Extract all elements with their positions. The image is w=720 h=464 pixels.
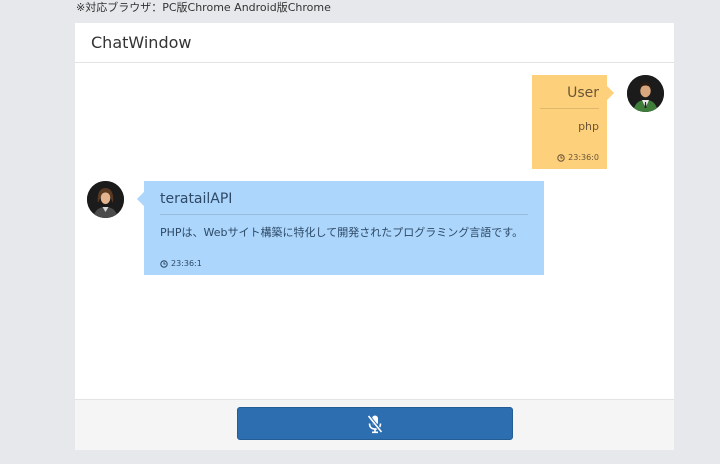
api-message-bubble: teratailAPI PHPは、Webサイト構築に特化して開発されたプログラミ… <box>144 181 544 275</box>
mic-off-icon <box>367 414 383 433</box>
clock-icon <box>557 154 565 162</box>
user-message-bubble: User php 23:36:0 <box>532 75 607 169</box>
user-avatar-image <box>627 75 664 112</box>
message-timestamp: 23:36:1 <box>160 258 528 270</box>
chat-window-title: ChatWindow <box>91 33 192 52</box>
message-time-text: 23:36:0 <box>568 153 599 162</box>
message-timestamp: 23:36:0 <box>540 152 599 164</box>
mic-toggle-button[interactable] <box>237 407 513 440</box>
api-avatar <box>87 181 124 218</box>
message-sender-name: User <box>540 83 599 109</box>
message-sender-name: teratailAPI <box>160 189 528 215</box>
message-time-text: 23:36:1 <box>171 259 202 268</box>
message-text: php <box>578 120 599 133</box>
chat-window-header: ChatWindow <box>75 23 674 63</box>
chat-footer <box>75 399 674 450</box>
chat-message-area[interactable]: User php 23:36:0 teratailAPI PHPは、Webサイト… <box>75 63 674 399</box>
user-avatar <box>627 75 664 112</box>
message-text: PHPは、Webサイト構築に特化して開発されたプログラミング言語です。 <box>160 226 524 239</box>
chat-window-panel: ChatWindow User php 23:36:0 teratailAPI … <box>75 23 674 450</box>
api-avatar-image <box>87 181 124 218</box>
browser-support-notice: ※対応ブラウザ：PC版Chrome Android版Chrome <box>76 1 331 14</box>
clock-icon <box>160 260 168 268</box>
